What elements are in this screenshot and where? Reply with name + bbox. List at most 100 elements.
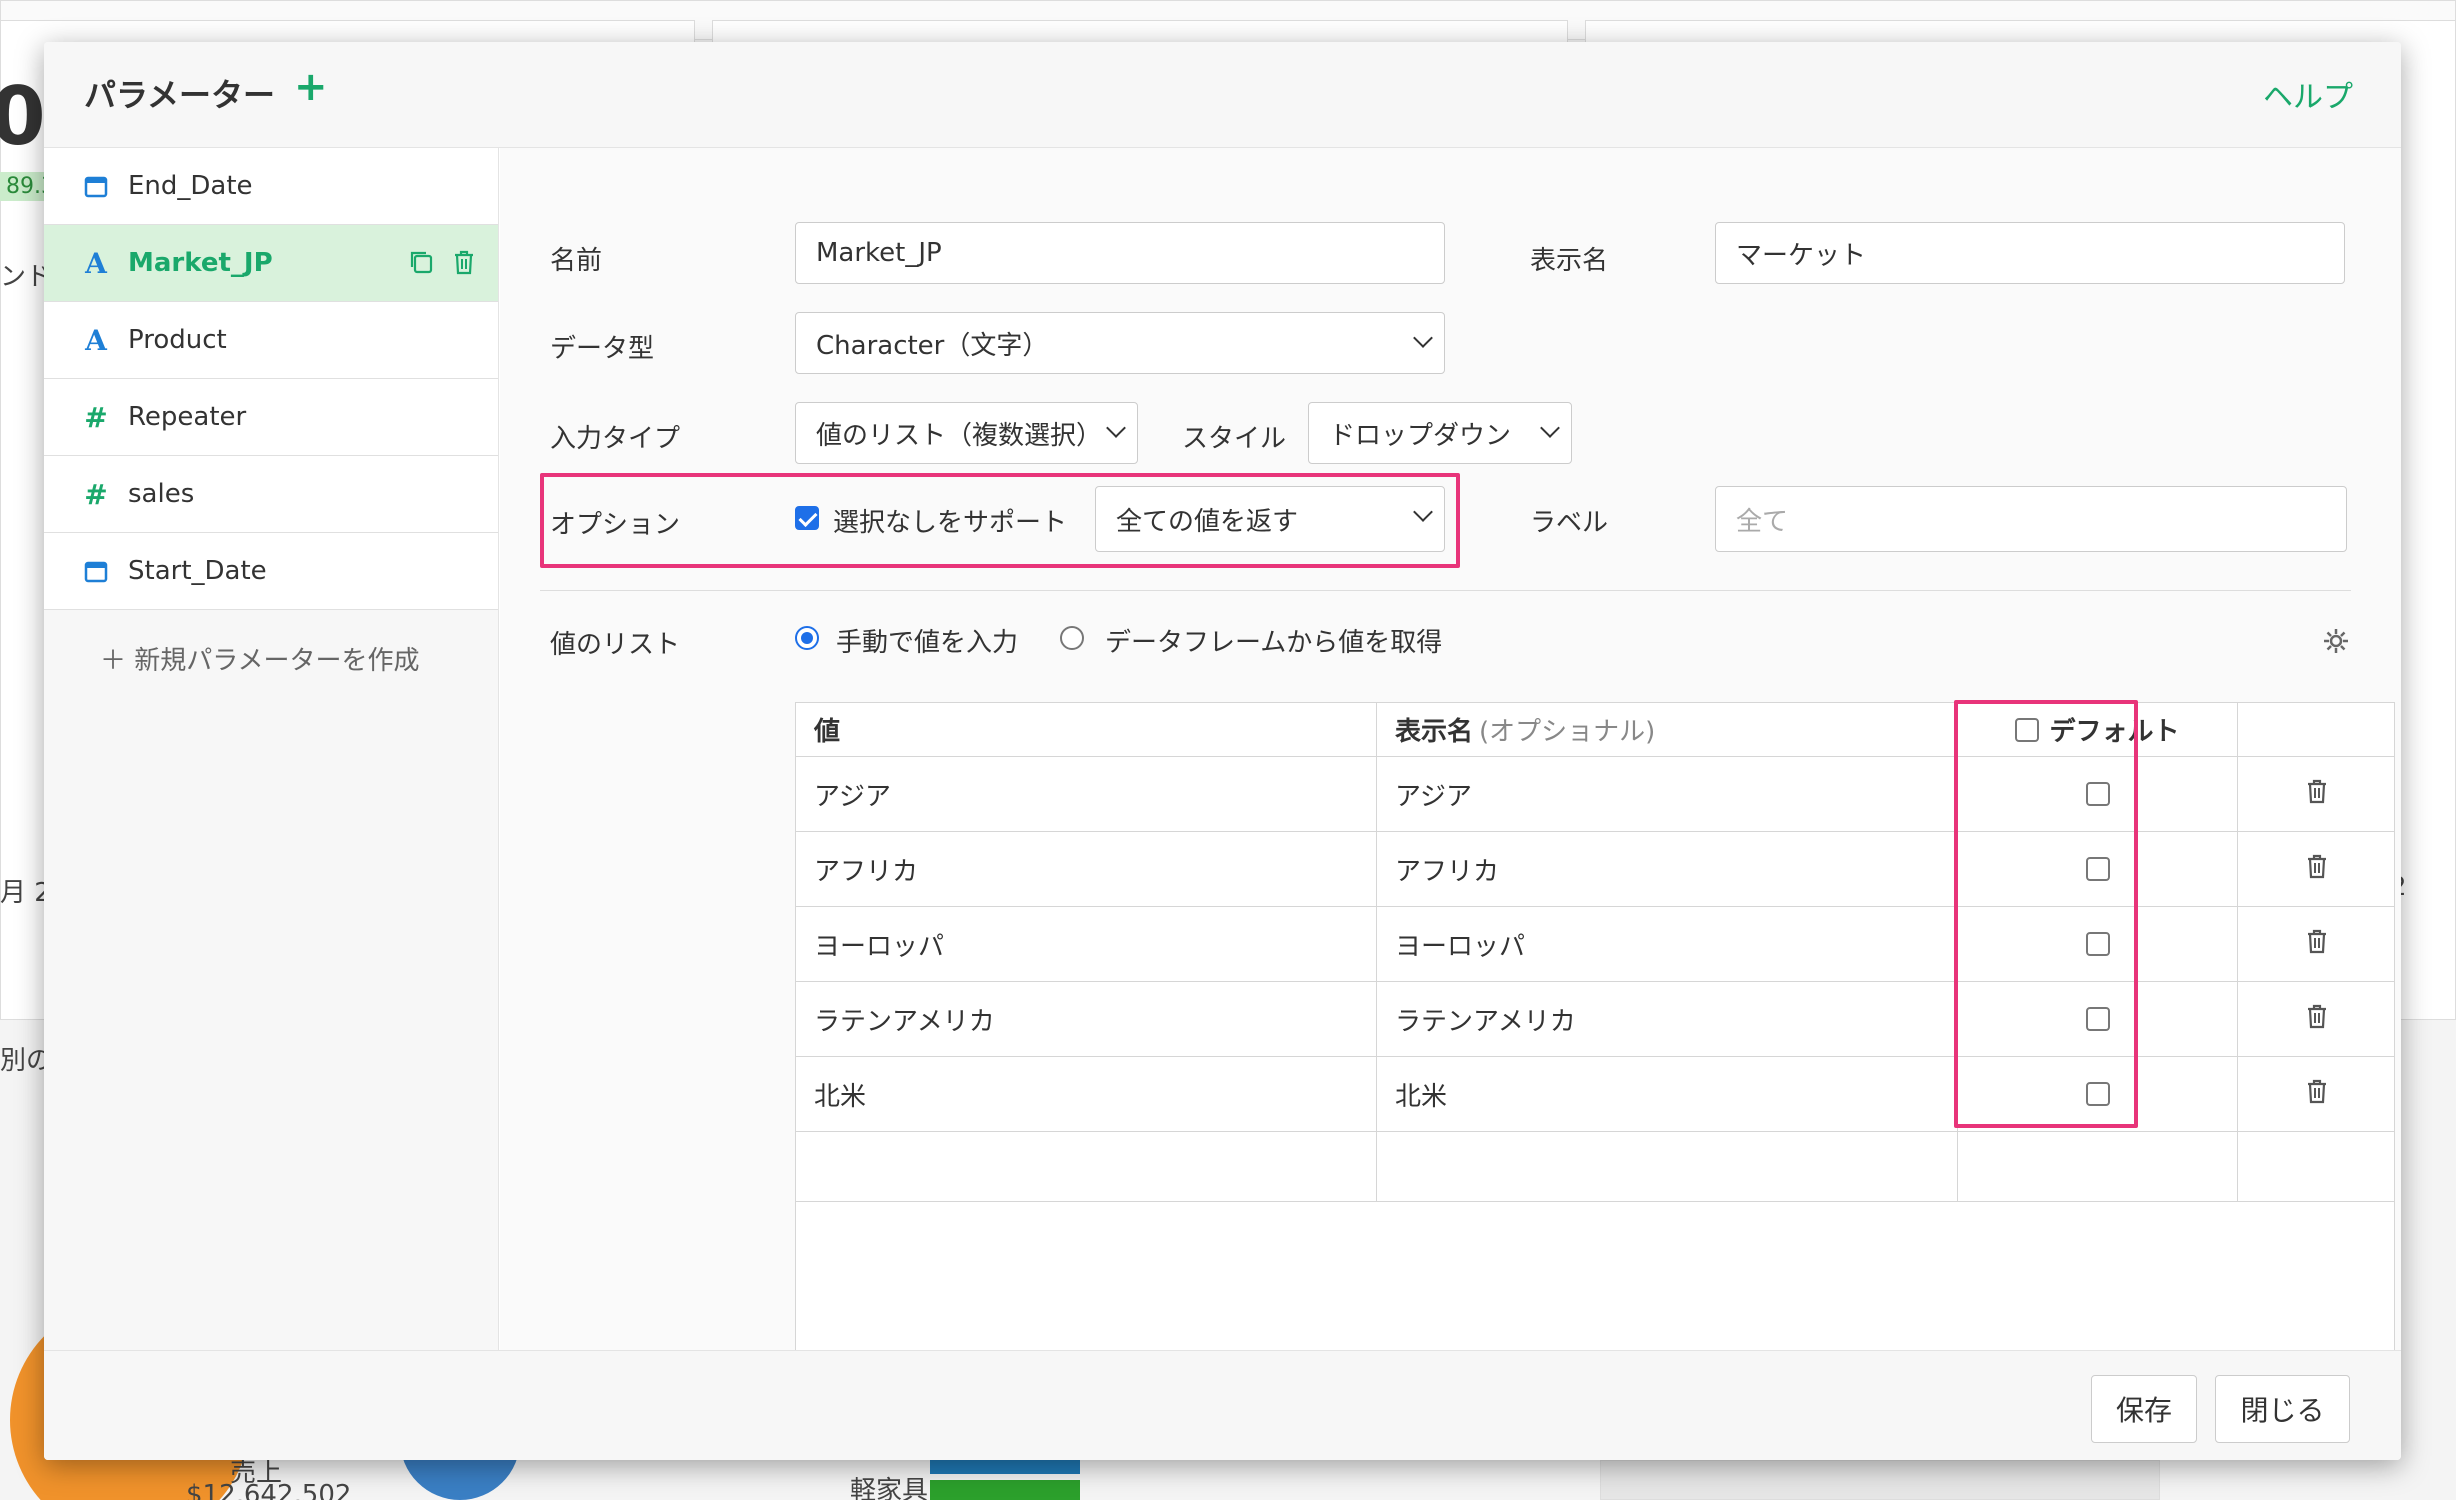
bg-fragment: 軽家具 bbox=[850, 1476, 929, 1500]
dialog-header: パラメーター + ヘルプ bbox=[44, 42, 2401, 148]
trash-icon[interactable] bbox=[2306, 778, 2328, 811]
header-default-label: デフォルト bbox=[2049, 717, 2180, 747]
option-label: オプション bbox=[550, 510, 681, 540]
default-checkbox[interactable] bbox=[2085, 1007, 2110, 1031]
header-display-name: 表示名 (オプショナル) bbox=[1377, 703, 1958, 756]
parameter-dialog: パラメーター + ヘルプ End_Date A Market_JP A Prod… bbox=[44, 42, 2401, 1460]
value-list-label: 値のリスト bbox=[550, 630, 681, 660]
cell-value[interactable]: ヨーロッパ bbox=[796, 907, 1377, 981]
sidebar-item-sales[interactable]: # sales bbox=[44, 456, 498, 533]
data-type-value: Character（文字） bbox=[816, 330, 1049, 361]
cell-value[interactable]: ラテンアメリカ bbox=[796, 982, 1377, 1056]
sidebar-item-end-date[interactable]: End_Date bbox=[44, 148, 498, 225]
cell-display-name[interactable]: 北米 bbox=[1377, 1057, 1958, 1131]
default-all-checkbox[interactable] bbox=[2015, 717, 2040, 742]
trash-icon[interactable] bbox=[2306, 1003, 2328, 1036]
dataframe-label: データフレームから値を取得 bbox=[1105, 628, 1443, 658]
label-input[interactable]: 全て bbox=[1715, 486, 2347, 552]
text-type-icon: A bbox=[85, 323, 107, 357]
style-value: ドロップダウン bbox=[1329, 420, 1512, 451]
add-parameter-icon[interactable]: + bbox=[294, 64, 328, 110]
sidebar-item-label: End_Date bbox=[128, 171, 253, 201]
input-type-select[interactable]: 値のリスト（複数選択） bbox=[795, 402, 1138, 464]
sidebar-item-label: sales bbox=[128, 479, 195, 509]
trash-icon[interactable] bbox=[2306, 853, 2328, 886]
cell-actions bbox=[2238, 907, 2396, 981]
table-row: 北米 北米 bbox=[796, 1057, 2394, 1132]
sidebar-item-product[interactable]: A Product bbox=[44, 302, 498, 379]
text-type-icon: A bbox=[85, 246, 107, 280]
default-checkbox[interactable] bbox=[2085, 932, 2110, 956]
parameter-sidebar: End_Date A Market_JP A Product # Repeate… bbox=[44, 148, 499, 1350]
data-type-label: データ型 bbox=[550, 334, 655, 364]
cell-value[interactable]: アジア bbox=[796, 757, 1377, 831]
trash-icon[interactable] bbox=[2306, 928, 2328, 961]
manual-entry-radio[interactable] bbox=[795, 626, 819, 650]
bg-bar bbox=[930, 1480, 1080, 1500]
bg-map bbox=[1600, 1460, 2160, 1500]
sidebar-item-repeater[interactable]: # Repeater bbox=[44, 379, 498, 456]
sidebar-item-start-date[interactable]: Start_Date bbox=[44, 533, 498, 610]
support-none-checkbox[interactable] bbox=[795, 506, 819, 530]
trash-icon[interactable] bbox=[2306, 1078, 2328, 1111]
return-value-select[interactable]: 全ての値を返す bbox=[1095, 486, 1445, 552]
copy-icon[interactable] bbox=[408, 249, 434, 280]
chevron-down-icon bbox=[1540, 418, 1560, 438]
cell-default bbox=[1958, 907, 2238, 981]
chevron-down-icon bbox=[1106, 418, 1126, 438]
cell-display-name[interactable]: アフリカ bbox=[1377, 832, 1958, 906]
cell-actions bbox=[2238, 982, 2396, 1056]
save-button[interactable]: 保存 bbox=[2091, 1375, 2197, 1443]
cell-actions bbox=[2238, 832, 2396, 906]
default-checkbox[interactable] bbox=[2085, 1082, 2110, 1106]
cell-display-name[interactable]: アジア bbox=[1377, 757, 1958, 831]
calendar-icon bbox=[82, 174, 110, 198]
bg-bar bbox=[930, 1460, 1080, 1474]
chevron-down-icon bbox=[1413, 328, 1433, 348]
cell-display-name-new[interactable] bbox=[1377, 1132, 1958, 1201]
cell-actions-new bbox=[2238, 1132, 2396, 1201]
display-name-input[interactable]: マーケット bbox=[1715, 222, 2345, 284]
new-parameter-link[interactable]: ＋ 新規パラメーターを作成 bbox=[44, 610, 498, 677]
name-input[interactable]: Market_JP bbox=[795, 222, 1445, 284]
name-label: 名前 bbox=[550, 246, 603, 276]
help-link[interactable]: ヘルプ bbox=[2263, 72, 2353, 116]
cell-default-new bbox=[1958, 1132, 2238, 1201]
trash-icon[interactable] bbox=[452, 249, 476, 280]
cell-default bbox=[1958, 982, 2238, 1056]
return-value: 全ての値を返す bbox=[1116, 506, 1299, 537]
style-label: スタイル bbox=[1182, 424, 1287, 454]
cell-default bbox=[1958, 1057, 2238, 1131]
table-row: ラテンアメリカ ラテンアメリカ bbox=[796, 982, 2394, 1057]
cell-actions bbox=[2238, 757, 2396, 831]
cell-value-new[interactable] bbox=[796, 1132, 1377, 1201]
gear-icon[interactable] bbox=[2321, 626, 2351, 664]
cell-value[interactable]: 北米 bbox=[796, 1057, 1377, 1131]
sidebar-item-label: Start_Date bbox=[128, 556, 267, 586]
default-checkbox[interactable] bbox=[2085, 857, 2110, 881]
header-optional-label: (オプショナル) bbox=[1479, 717, 1656, 747]
cell-display-name[interactable]: ヨーロッパ bbox=[1377, 907, 1958, 981]
style-select[interactable]: ドロップダウン bbox=[1308, 402, 1572, 464]
data-type-select[interactable]: Character（文字） bbox=[795, 312, 1445, 374]
default-checkbox[interactable] bbox=[2085, 782, 2110, 806]
header-display-name-label: 表示名 bbox=[1395, 717, 1474, 747]
hash-icon: # bbox=[84, 400, 108, 434]
table-row: アジア アジア bbox=[796, 757, 2394, 832]
input-type-label: 入力タイプ bbox=[550, 424, 681, 454]
sidebar-item-market-jp[interactable]: A Market_JP bbox=[44, 225, 498, 302]
cell-display-name[interactable]: ラテンアメリカ bbox=[1377, 982, 1958, 1056]
header-value: 値 bbox=[796, 703, 1377, 756]
support-none-label: 選択なしをサポート bbox=[833, 508, 1068, 538]
cell-value[interactable]: アフリカ bbox=[796, 832, 1377, 906]
cell-default bbox=[1958, 757, 2238, 831]
header-actions bbox=[2238, 703, 2396, 756]
dialog-title: パラメーター bbox=[84, 76, 276, 114]
table-row-empty bbox=[796, 1132, 2394, 1202]
hash-icon: # bbox=[84, 477, 108, 511]
dataframe-radio[interactable] bbox=[1060, 626, 1084, 650]
close-button[interactable]: 閉じる bbox=[2215, 1375, 2350, 1443]
bg-fragment: $12,642,502 bbox=[186, 1480, 352, 1500]
parameter-form: 名前 Market_JP 表示名 マーケット データ型 Character（文字… bbox=[500, 148, 2401, 1372]
header-default: デフォルト bbox=[1958, 703, 2238, 756]
